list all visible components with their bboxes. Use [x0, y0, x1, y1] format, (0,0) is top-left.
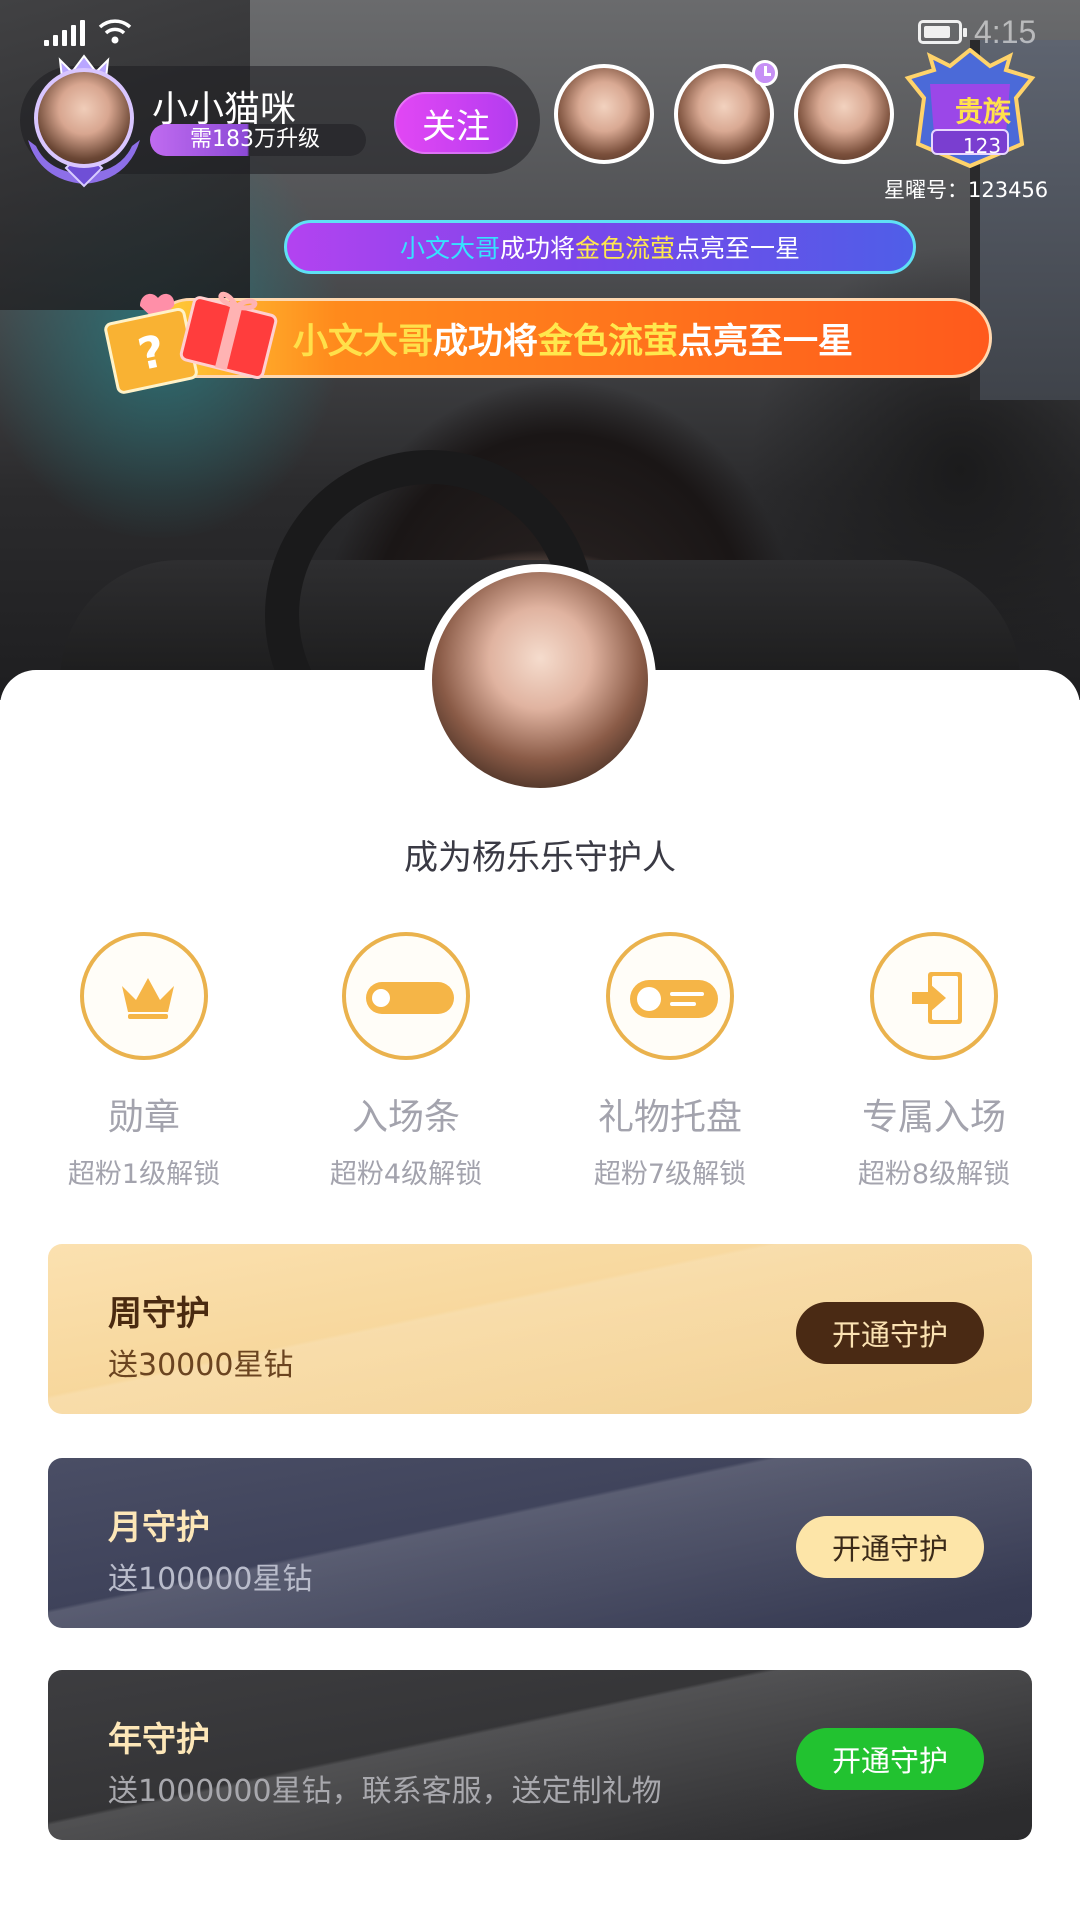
open-guard-button-month[interactable]: 开通守护 [796, 1516, 984, 1578]
toggle-icon [366, 982, 454, 1014]
gift-box-icon: ? [104, 291, 278, 394]
perk-medal[interactable]: 勋章 超粉1级解锁 [44, 932, 244, 1191]
tray-icon [630, 980, 718, 1018]
crown-icon [122, 978, 174, 1019]
plan-card-week: 周守护 送30000星钻 开通守护 [48, 1244, 1032, 1414]
noble-title: 贵族 [954, 95, 1011, 128]
banner-gift: 金色流萤 [538, 321, 679, 362]
banner-text: 成功将 [433, 321, 539, 362]
battery-icon [918, 20, 967, 44]
perk-exclusive-entrance[interactable]: 专属入场 超粉8级解锁 [834, 932, 1034, 1191]
perk-name: 入场条 [351, 1097, 460, 1138]
host-avatar[interactable] [20, 50, 148, 188]
open-guard-button-year[interactable]: 开通守护 [796, 1728, 984, 1790]
host-avatar-image [34, 68, 134, 168]
perk-unlock: 超粉8级解锁 [857, 1159, 1011, 1190]
sheet-title: 成为杨乐乐守护人 [404, 838, 676, 878]
clock-icon [752, 60, 778, 86]
banner-text: 成功将 [499, 234, 575, 263]
perk-unlock: 超粉4级解锁 [329, 1159, 483, 1190]
plan-name: 月守护 [108, 1508, 210, 1548]
perk-name: 礼物托盘 [597, 1097, 742, 1138]
noble-level: 123 [962, 134, 1002, 158]
follow-button[interactable]: 关注 [394, 92, 518, 154]
viewer-avatar[interactable] [794, 64, 894, 164]
plan-card-year: 年守护 送1000000星钻，联系客服，送定制礼物 开通守护 [48, 1670, 1032, 1840]
plan-name: 年守护 [108, 1720, 210, 1760]
star-id: 星曜号：123456 [884, 178, 1049, 202]
open-guard-button-week[interactable]: 开通守护 [796, 1302, 984, 1364]
banner-text: 点亮至一星 [678, 321, 854, 362]
host-level-progress: 需183万升级 [150, 124, 366, 156]
perk-unlock: 超粉7级解锁 [593, 1159, 747, 1190]
plan-desc: 送100000星钻 [108, 1562, 313, 1597]
status-time: 4:15 [974, 14, 1037, 50]
plan-name: 周守护 [108, 1294, 210, 1334]
plan-desc: 送30000星钻 [108, 1348, 294, 1383]
anchor-avatar [424, 564, 656, 796]
plan-desc: 送1000000星钻，联系客服，送定制礼物 [108, 1774, 662, 1809]
perk-name: 勋章 [107, 1097, 180, 1138]
wifi-icon [98, 19, 132, 44]
perk-entrance-bar[interactable]: 入场条 超粉4级解锁 [306, 932, 506, 1191]
plan-card-month: 月守护 送100000星钻 开通守护 [48, 1458, 1032, 1628]
viewer-avatar[interactable] [554, 64, 654, 164]
banner-gift: 金色流萤 [575, 234, 676, 263]
banner-user: 小文大哥 [399, 234, 500, 263]
perk-name: 专属入场 [861, 1097, 1006, 1138]
banner-text: 点亮至一星 [675, 234, 801, 263]
gift-notice-banner-small: 小文大哥 成功将 金色流萤 点亮至一星 [284, 220, 916, 274]
enter-icon [912, 972, 962, 1024]
signal-icon [44, 20, 85, 46]
perk-gift-tray[interactable]: 礼物托盘 超粉7级解锁 [570, 932, 770, 1191]
perk-unlock: 超粉1级解锁 [67, 1159, 221, 1190]
banner-user: 小文大哥 [293, 321, 434, 362]
